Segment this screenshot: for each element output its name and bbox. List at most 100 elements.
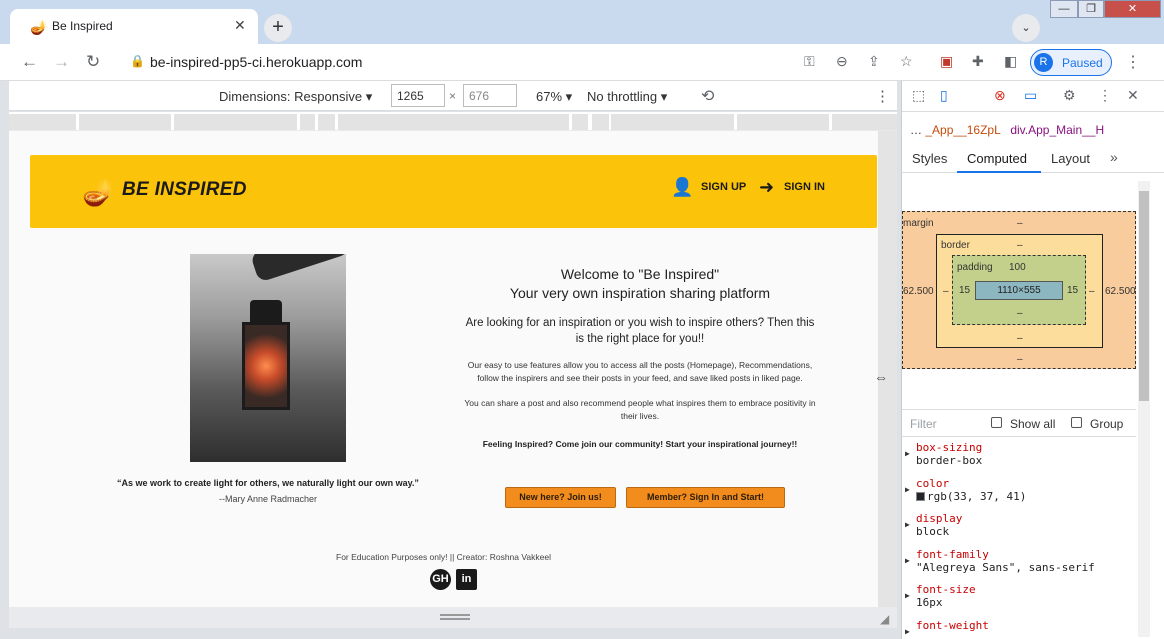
corner-resize-icon[interactable]: ◢ (880, 612, 889, 626)
media-query-ruler[interactable] (9, 112, 897, 130)
profile-button[interactable]: R Paused (1030, 49, 1112, 76)
add-user-icon[interactable]: 👤 (671, 177, 693, 198)
inspect-icon[interactable]: ⬚ (912, 87, 925, 104)
property-row[interactable]: ▶ box-sizing border-box (902, 441, 1136, 477)
new-tab-button[interactable]: + (264, 14, 292, 42)
share-icon[interactable]: ⇪ (868, 53, 880, 70)
close-tab-icon[interactable]: ✕ (234, 17, 246, 34)
signup-link[interactable]: SIGN UP (701, 181, 746, 193)
filter-input[interactable]: Filter (910, 417, 937, 431)
member-signin-button[interactable]: Member? Sign In and Start! (626, 487, 785, 508)
property-name: font-size (916, 583, 976, 596)
ruler-segment[interactable] (318, 114, 335, 130)
more-menu-icon[interactable]: ⋮ (1125, 52, 1141, 72)
site-brand[interactable]: BE INSPIRED (122, 179, 247, 201)
group-checkbox[interactable] (1071, 417, 1082, 428)
expand-icon[interactable]: ▶ (905, 556, 910, 565)
maximize-button[interactable]: ❐ (1078, 0, 1104, 18)
zoom-icon[interactable]: ⊖ (836, 53, 848, 70)
dimensions-select[interactable]: Dimensions: Responsive ▾ (219, 89, 372, 105)
tab-search-button[interactable]: ⌄ (1012, 14, 1040, 42)
breadcrumb-ellipsis[interactable]: … (910, 123, 922, 137)
gear-icon[interactable]: ⚙ (1063, 87, 1076, 104)
expand-icon[interactable]: ▶ (905, 485, 910, 494)
ruler-segment[interactable] (737, 114, 829, 130)
extension-icon[interactable]: ▣ (940, 53, 953, 70)
close-window-button[interactable]: ✕ (1104, 0, 1161, 18)
devtools-more-icon[interactable]: ⋮ (1098, 87, 1112, 104)
tab-computed[interactable]: Computed (967, 151, 1027, 166)
box-model-padding[interactable]: padding 100 15 15 – 1110×555 (952, 255, 1086, 325)
minimize-button[interactable]: — (1050, 0, 1078, 18)
ruler-segment[interactable] (9, 114, 76, 130)
rotate-icon[interactable]: ⟲ (701, 86, 714, 106)
address-bar[interactable]: be-inspired-pp5-ci.herokuapp.com (150, 54, 362, 70)
property-value-row: rgb(33, 37, 41) (916, 490, 1136, 503)
box-model-border[interactable]: border – – – – padding 100 15 15 – 1110×… (936, 234, 1103, 348)
lamp-icon: 🪔 (82, 177, 115, 207)
property-value: block (916, 525, 950, 538)
github-icon[interactable]: GH (430, 569, 451, 590)
cta-text: Feeling Inspired? Come join our communit… (482, 439, 798, 449)
bottom-resize-grip[interactable] (440, 614, 470, 620)
linkedin-icon[interactable]: in (456, 569, 477, 590)
breadcrumb-item[interactable]: div.App_Main__H (1010, 123, 1104, 137)
site-header: 🪔 BE INSPIRED 👤 SIGN UP ➜ SIGN IN (30, 155, 877, 228)
breadcrumb-item[interactable]: _App__16ZpL (925, 123, 1000, 137)
join-button[interactable]: New here? Join us! (505, 487, 616, 508)
back-icon[interactable]: ← (21, 52, 38, 72)
key-icon[interactable]: ⚿ (804, 53, 815, 70)
device-more-icon[interactable]: ⋮ (875, 87, 890, 105)
ruler-segment[interactable] (300, 114, 315, 130)
ruler-segment[interactable] (832, 114, 897, 130)
ruler-segment[interactable] (611, 114, 734, 130)
property-row[interactable]: ▶ font-family "Alegreya Sans", sans-seri… (902, 548, 1136, 584)
device-toggle-icon[interactable]: ▯ (940, 87, 948, 104)
reload-icon[interactable]: ↻ (86, 52, 100, 72)
zoom-value: 67% (536, 89, 563, 104)
property-row[interactable]: ▶ display block (902, 512, 1136, 548)
expand-icon[interactable]: ▶ (905, 591, 910, 600)
color-swatch[interactable] (916, 491, 925, 501)
box-model-content[interactable]: 1110×555 (975, 281, 1063, 300)
browser-tab[interactable]: 🪔 Be Inspired ✕ (10, 9, 258, 44)
throttling-select[interactable]: No throttling ▾ (587, 89, 667, 105)
property-name: font-weight (916, 618, 989, 632)
close-icon[interactable]: ✕ (1127, 87, 1139, 104)
ruler-segment[interactable] (174, 114, 297, 130)
ruler-segment[interactable] (79, 114, 171, 130)
tab-styles[interactable]: Styles (912, 151, 947, 166)
property-name: display (916, 512, 963, 525)
property-row[interactable]: ▶ font-size 16px (902, 583, 1136, 619)
height-input[interactable] (463, 84, 517, 107)
padding-left: 15 (959, 285, 971, 296)
side-panel-icon[interactable]: ◧ (1004, 53, 1017, 70)
zoom-select[interactable]: 67% ▾ (536, 89, 572, 105)
more-tabs-icon[interactable]: » (1110, 149, 1118, 165)
expand-icon[interactable]: ▶ (905, 627, 910, 636)
devtools-toolbar: ⬚ ▯ ⊗ ▭ ⚙ ⋮ ✕ (902, 81, 1164, 112)
scrollbar-thumb[interactable] (1139, 191, 1149, 401)
forward-icon[interactable]: → (53, 52, 70, 72)
tab-layout[interactable]: Layout (1051, 151, 1090, 166)
show-all-checkbox[interactable] (991, 417, 1002, 428)
ruler-segment[interactable] (572, 114, 588, 130)
property-row[interactable]: ▶ font-weight (902, 619, 1136, 639)
message-icon[interactable]: ▭ (1024, 87, 1037, 104)
tab-title: Be Inspired (52, 19, 113, 33)
bookmark-star-icon[interactable]: ☆ (900, 53, 913, 70)
box-model-margin[interactable]: margin – 62.500 62.500 – border – – – – … (902, 211, 1136, 369)
property-row[interactable]: ▶ color rgb(33, 37, 41) (902, 477, 1136, 513)
ruler-segment[interactable] (592, 114, 609, 130)
resize-handle-icon[interactable]: ⇔ (874, 369, 888, 385)
expand-icon[interactable]: ▶ (905, 449, 910, 458)
signin-link[interactable]: SIGN IN (784, 181, 825, 193)
lock-icon[interactable]: 🔒 (130, 54, 145, 68)
ruler-segment[interactable] (338, 114, 569, 130)
devtools-scrollbar[interactable] (1138, 181, 1150, 637)
sign-in-icon[interactable]: ➜ (759, 177, 774, 198)
error-icon[interactable]: ⊗ (994, 87, 1006, 104)
puzzle-icon[interactable]: ✚ (972, 53, 984, 70)
width-input[interactable] (391, 84, 445, 107)
expand-icon[interactable]: ▶ (905, 520, 910, 529)
